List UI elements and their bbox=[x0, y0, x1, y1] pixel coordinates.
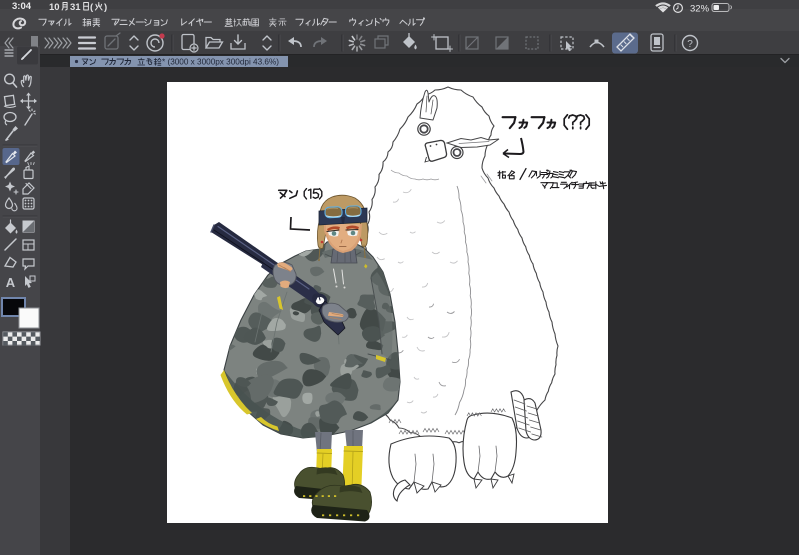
svg-text:): ) bbox=[104, 2, 107, 13]
svg-text:?: ? bbox=[687, 39, 693, 50]
svg-text:* (3000 x 3000px 300dpi 43.6%): * (3000 x 3000px 300dpi 43.6%) bbox=[162, 58, 279, 67]
svg-text:10: 10 bbox=[49, 2, 60, 13]
svg-text:A: A bbox=[6, 275, 16, 290]
svg-text:(: ( bbox=[90, 2, 94, 13]
svg-text:31: 31 bbox=[70, 2, 81, 13]
